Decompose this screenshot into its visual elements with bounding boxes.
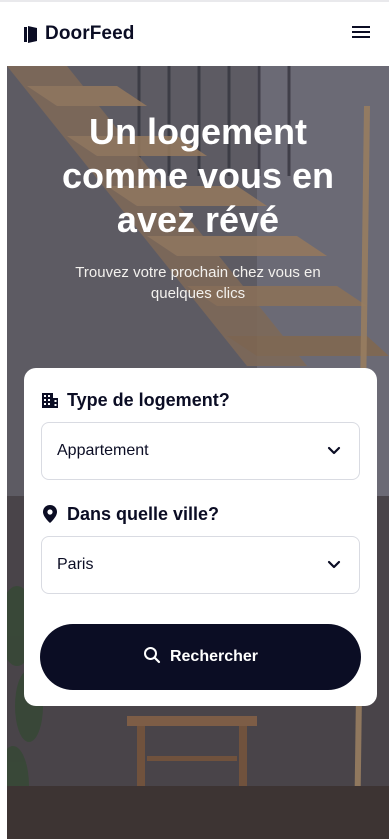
building-icon [41,391,59,409]
top-navigation-bar: DoorFeed [0,0,389,66]
hero-title: Un logement comme vous en avez révé [61,111,335,240]
search-button-label: Rechercher [169,648,259,665]
hamburger-menu-icon [351,24,371,45]
housing-type-select[interactable]: Appartement [41,422,360,480]
map-pin-icon [41,505,59,523]
brand-logo[interactable]: DoorFeed [24,23,134,45]
city-select[interactable]: Paris [41,536,360,594]
city-label: Dans quelle ville? [41,502,360,526]
search-button[interactable]: Rechercher [40,624,361,690]
brand-name: DoorFeed [45,23,135,44]
housing-type-value: Appartement [57,442,149,459]
door-logo-icon [24,25,38,43]
search-icon [143,646,161,669]
chevron-down-icon [327,556,341,574]
hero-subtitle: Trouvez votre prochain chez vous en quel… [75,264,321,302]
search-card: Type de logement? Appartement Dans quell… [24,368,377,706]
housing-type-label-text: Type de logement? [67,389,230,410]
chevron-down-icon [327,442,341,460]
menu-button[interactable] [349,22,373,46]
city-value: Paris [57,556,94,573]
housing-type-label: Type de logement? [41,388,360,412]
city-label-text: Dans quelle ville? [67,503,220,524]
page: DoorFeed Un logement comme vous en avez … [0,0,389,839]
